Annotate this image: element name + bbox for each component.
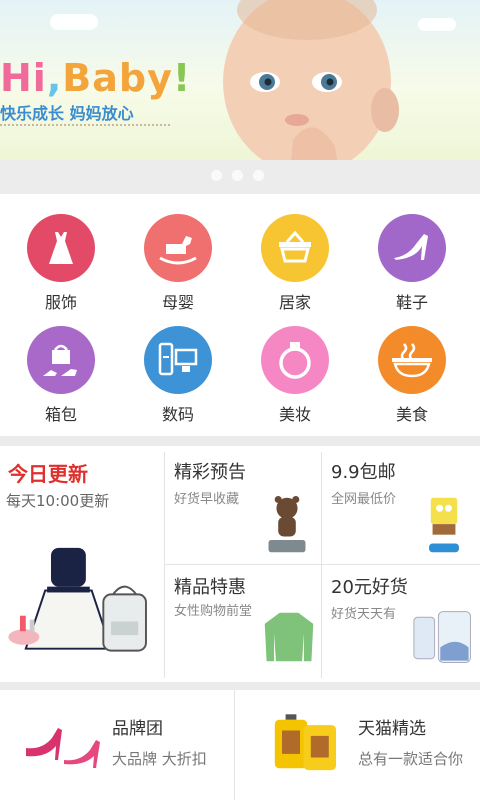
carousel-dot[interactable] [253,170,264,181]
cloud-decoration [50,14,98,30]
category-makeup[interactable]: 美妆 [240,306,350,424]
category-label: 箱包 [44,405,77,424]
category-food[interactable]: 美食 [357,306,467,424]
category-shoes[interactable]: 鞋子 [357,194,467,312]
fashion-products-image [8,547,147,652]
bottom-promo-row: 品牌团 大品牌 大折扣 天猫精选 总有一款适合你 [0,690,480,800]
category-home[interactable]: 居家 [240,194,350,312]
section-divider [0,436,480,446]
section-divider [0,682,480,690]
carousel-dot[interactable] [211,170,222,181]
category-clothing[interactable]: 服饰 [6,194,116,312]
bag-icon [43,344,77,376]
promo-tile-special[interactable]: 精品特惠 女性购物前堂 [165,565,321,682]
promo-tile-subtitle: 好货早收藏 [174,492,240,507]
ring-icon [279,342,311,379]
promo-today-update[interactable]: 今日更新 每天10:00更新 [0,446,164,682]
category-baby[interactable]: 母婴 [123,194,233,312]
promo-tile-title: 20元好货 [331,577,408,598]
category-grid: 服饰 母婴 居家 鞋子 箱包 数码 美妆 美食 [0,194,480,434]
banner-subtitle: 快乐成长 妈妈放心 [0,104,134,123]
basket-icon [279,230,311,263]
promo-tile-title: 9.9包邮 [331,462,396,483]
noodle-bowl-icon [392,343,432,378]
devices-icon [158,342,198,376]
high-heel-icon [394,234,428,260]
promo-tile-title: 精品特惠 [174,577,246,598]
tmall-selection-card[interactable]: 天猫精选 总有一款适合你 [235,690,480,800]
promo-tile-subtitle: 全网最低价 [331,492,397,507]
promo-tile-20yuan[interactable]: 20元好货 好货天天有 [322,565,480,682]
category-digital[interactable]: 数码 [123,306,233,424]
brand-group-subtitle: 大品牌 大折扣 [112,750,207,768]
promo-tile-subtitle: 好货天天有 [331,607,397,622]
sponge-toy-image [429,497,459,553]
baby-photo [223,0,399,160]
brand-group-card[interactable]: 品牌团 大品牌 大折扣 [0,690,234,800]
category-bags[interactable]: 箱包 [6,306,116,424]
promo-today-title: 今日更新 [8,462,88,486]
green-sweater-image [264,612,314,662]
cloud-decoration [418,18,456,31]
hero-banner[interactable]: Hi,Baby! 快乐成长 妈妈放心 [0,0,480,160]
tmall-selection-subtitle: 总有一款适合你 [358,750,464,768]
promo-tile-9-9[interactable]: 9.9包邮 全网最低价 [322,446,480,564]
banner-headline: Hi,Baby! [0,56,192,100]
category-label: 美食 [395,405,428,424]
promo-tile-preview[interactable]: 精彩预告 好货早收藏 [165,446,321,564]
promo-grid: 今日更新 每天10:00更新 精彩预告 好货早收藏 9.9包邮 全网最低价 精品… [0,446,480,682]
pink-heels-image [26,728,100,768]
promo-tile-subtitle: 女性购物前堂 [174,604,253,619]
category-label: 美妆 [278,405,311,424]
promo-tile-title: 精彩预告 [174,462,246,483]
bear-figure-image [268,495,306,553]
rocking-horse-icon [159,236,197,265]
tmall-selection-title: 天猫精选 [358,719,426,739]
carousel-dot[interactable] [232,170,243,181]
phone-cases-image [413,611,471,663]
yellow-suitcases-image [274,714,336,771]
dress-icon [49,232,73,264]
banner-divider [0,124,170,126]
category-label: 数码 [161,405,194,424]
promo-today-subtitle: 每天10:00更新 [6,492,110,510]
brand-group-title: 品牌团 [112,719,163,739]
